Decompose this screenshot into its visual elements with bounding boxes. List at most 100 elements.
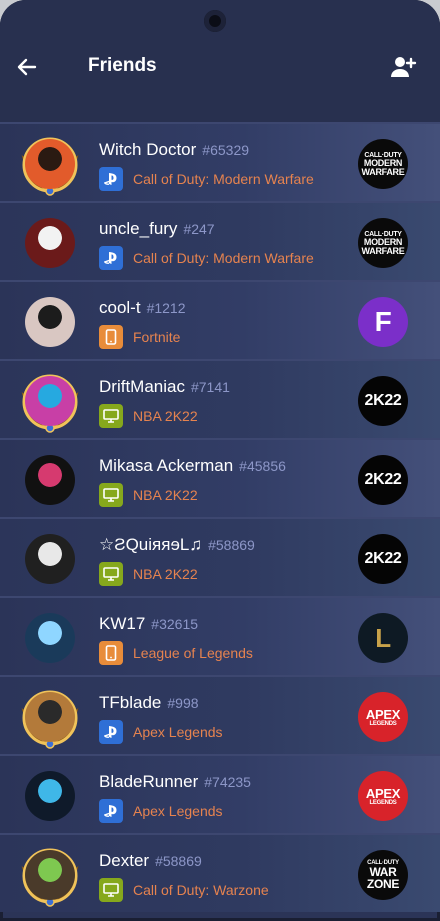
friend-name-line: ☆ƧQuiяяɘL♫ #58869 (99, 535, 255, 555)
friend-list: Witch Doctor #65329 Call of Duty: Modern … (0, 122, 440, 912)
add-friend-button[interactable] (387, 52, 419, 82)
avatar-container[interactable] (21, 136, 79, 196)
current-game-line: Apex Legends (99, 720, 223, 744)
friend-name: cool-t (99, 298, 141, 317)
avatar (25, 534, 75, 584)
playstation-icon (104, 805, 117, 817)
mobile-phone-icon (105, 329, 117, 345)
friend-tag: #45856 (239, 458, 286, 474)
friend-name-line: Dexter #58869 (99, 851, 202, 871)
friend-name: KW17 (99, 614, 146, 633)
game-logo-text: WARFARE (361, 245, 405, 256)
platform-badge (99, 167, 123, 191)
friend-tag: #998 (167, 695, 199, 711)
avatar-container[interactable] (22, 452, 78, 508)
friend-tag: #58869 (155, 853, 202, 869)
friend-row[interactable]: BladeRunner #74235 Apex Legends APEX LEGEN… (0, 754, 440, 833)
avatar (25, 455, 75, 505)
friend-name: ☆ƧQuiяяɘL♫ (99, 535, 203, 554)
game-name: Fortnite (133, 329, 181, 345)
current-game-line: NBA 2K22 (99, 483, 198, 507)
game-logo-icon[interactable]: CALL·DUTY WAR ZONE (358, 850, 408, 900)
avatar (25, 218, 75, 268)
current-game-line: Call of Duty: Warzone (99, 878, 269, 902)
game-logo-text: 2K22 (364, 471, 402, 488)
game-logo-text: APEX (365, 785, 401, 801)
avatar-container[interactable] (21, 847, 79, 907)
friend-tag: #247 (183, 221, 215, 237)
game-logo-text: ZONE (366, 877, 400, 891)
game-logo-icon[interactable]: 2K22 (358, 376, 408, 426)
friend-row[interactable]: Witch Doctor #65329 Call of Duty: Modern … (0, 122, 440, 201)
game-name: Call of Duty: Warzone (133, 882, 269, 898)
current-game-line: NBA 2K22 (99, 562, 198, 586)
friend-row[interactable]: KW17 #32615 League of Legends L (0, 596, 440, 675)
friend-row[interactable]: ☆ƧQuiяяɘL♫ #58869 NBA 2K22 2K22 (0, 517, 440, 596)
friend-name: TFblade (99, 693, 162, 712)
phone-screen: Friends Witch Doctor #65329 Call of Duty:… (0, 0, 440, 921)
avatar (25, 139, 75, 189)
friend-name-line: KW17 #32615 (99, 614, 198, 634)
friend-tag: #1212 (146, 300, 186, 316)
page-title: Friends (88, 55, 157, 76)
avatar (25, 297, 75, 347)
front-camera (204, 10, 226, 32)
current-game-line: Call of Duty: Modern Warfare (99, 167, 314, 191)
friend-tag: #65329 (202, 142, 250, 158)
game-logo-text: 2K22 (364, 392, 402, 409)
platform-badge (99, 720, 123, 744)
avatar (25, 613, 75, 663)
avatar-container[interactable] (21, 373, 79, 433)
game-name: Call of Duty: Modern Warfare (133, 171, 314, 187)
friend-tag: #32615 (151, 616, 199, 632)
back-button[interactable] (12, 52, 42, 82)
avatar-container[interactable] (22, 294, 78, 350)
friend-name-line: cool-t #1212 (99, 298, 186, 318)
game-logo-text: APEX (365, 706, 401, 722)
friend-tag: #58869 (208, 537, 255, 553)
game-logo-icon[interactable]: 2K22 (358, 455, 408, 505)
avatar-container[interactable] (22, 215, 78, 271)
avatar-container[interactable] (22, 768, 78, 824)
avatar-container[interactable] (22, 531, 78, 587)
pc-monitor-icon (103, 883, 119, 897)
game-logo-icon[interactable]: APEX LEGENDS (358, 771, 408, 821)
platform-badge (99, 325, 123, 349)
friend-row[interactable]: Mikasa Ackerman #45856 NBA 2K22 2K22 (0, 438, 440, 517)
friend-name: BladeRunner (99, 772, 199, 791)
avatar-container[interactable] (21, 689, 79, 749)
friend-name-line: TFblade #998 (99, 693, 199, 713)
game-logo-text: F (374, 306, 392, 337)
friend-row[interactable]: cool-t #1212 Fortnite F (0, 280, 440, 359)
friend-row[interactable]: DriftManiac #7141 NBA 2K22 2K22 (0, 359, 440, 438)
game-logo-text: LEGENDS (369, 720, 397, 727)
pc-monitor-icon (103, 567, 119, 581)
avatar (25, 850, 75, 900)
friend-name-line: BladeRunner #74235 (99, 772, 251, 792)
friend-name: Dexter (99, 851, 150, 870)
platform-badge (99, 878, 123, 902)
game-logo-icon[interactable]: CALL·DUTY MODERN WARFARE (358, 139, 408, 189)
friend-name: uncle_fury (99, 219, 178, 238)
avatar-container[interactable] (22, 610, 78, 666)
current-game-line: Fortnite (99, 325, 180, 349)
friend-row[interactable]: TFblade #998 Apex Legends APEX LEGENDS (0, 675, 440, 754)
pc-monitor-icon (103, 488, 119, 502)
game-logo-icon[interactable]: APEX LEGENDS (358, 692, 408, 742)
arrow-left-icon (17, 58, 37, 76)
avatar (25, 771, 75, 821)
game-name: League of Legends (133, 645, 253, 661)
game-name: Apex Legends (133, 724, 223, 740)
playstation-icon (104, 173, 117, 185)
game-name: NBA 2K22 (133, 408, 198, 424)
mobile-phone-icon (105, 645, 117, 661)
friend-row[interactable]: Dexter #58869 Call of Duty: Warzone CALL·… (0, 833, 440, 912)
game-logo-icon[interactable]: 2K22 (358, 534, 408, 584)
game-name: Apex Legends (133, 803, 223, 819)
game-logo-icon[interactable]: CALL·DUTY MODERN WARFARE (358, 218, 408, 268)
game-logo-icon[interactable]: F (358, 297, 408, 347)
game-logo-icon[interactable]: L (358, 613, 408, 663)
platform-badge (99, 799, 123, 823)
friend-row[interactable]: uncle_fury #247 Call of Duty: Modern Warf… (0, 201, 440, 280)
friend-name-line: Witch Doctor #65329 (99, 140, 249, 160)
